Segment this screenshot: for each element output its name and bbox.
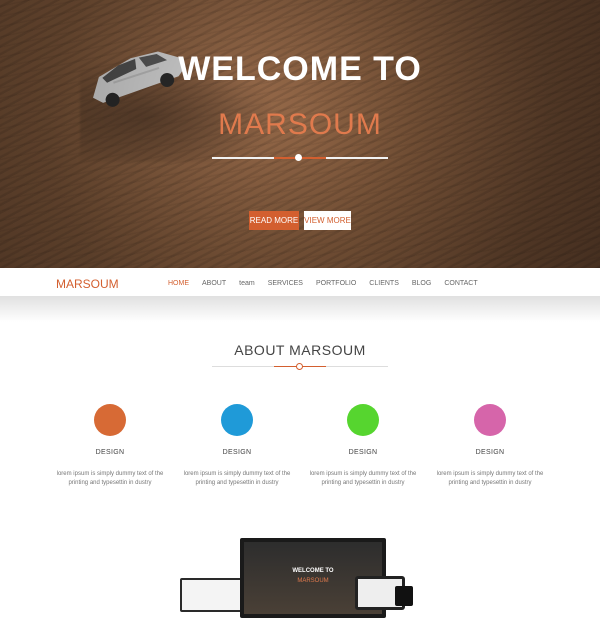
read-more-button[interactable]: READ MORE <box>249 211 299 230</box>
about-title: ABOUT MARSOUM <box>234 342 366 358</box>
nav-item-contact[interactable]: CONTACT <box>444 280 477 287</box>
about-divider <box>212 363 388 370</box>
nav-item-blog[interactable]: BLOG <box>412 280 431 287</box>
laptop-preview <box>180 578 248 612</box>
feature-circle-icon <box>94 404 126 436</box>
feature-label: DESIGN <box>95 449 125 456</box>
feature-circle-icon <box>474 404 506 436</box>
phone-preview <box>395 586 413 606</box>
nav-item-team[interactable]: team <box>239 280 255 287</box>
hero-divider-dot <box>295 154 302 161</box>
nav-menu: HOME ABOUT team SERVICES PORTFOLIO CLIEN… <box>168 280 491 287</box>
feature-text: lorem ipsum is simply dummy text of the … <box>56 471 164 486</box>
feature-text: lorem ipsum is simply dummy text of the … <box>183 471 291 486</box>
feature-circle-icon <box>347 404 379 436</box>
main-navbar: MARSOUM HOME ABOUT team SERVICES PORTFOL… <box>0 268 600 296</box>
about-divider-dot <box>296 363 303 370</box>
view-more-button[interactable]: VIEW MORE <box>304 211 351 230</box>
nav-item-services[interactable]: SERVICES <box>268 280 303 287</box>
feature-label: DESIGN <box>475 449 505 456</box>
feature-label: DESIGN <box>222 449 252 456</box>
nav-item-about[interactable]: ABOUT <box>202 280 226 287</box>
feature-text: lorem ipsum is simply dummy text of the … <box>309 471 417 486</box>
nav-item-portfolio[interactable]: PORTFOLIO <box>316 280 356 287</box>
nav-item-home[interactable]: HOME <box>168 280 189 287</box>
nav-item-clients[interactable]: CLIENTS <box>369 280 399 287</box>
feature-card: DESIGN lorem ipsum is simply dummy text … <box>182 404 292 488</box>
feature-card: DESIGN lorem ipsum is simply dummy text … <box>55 404 165 488</box>
feature-card: DESIGN lorem ipsum is simply dummy text … <box>435 404 545 488</box>
hero-divider <box>212 154 388 161</box>
monitor-title-line-1: WELCOME TO <box>292 568 334 574</box>
feature-card: DESIGN lorem ipsum is simply dummy text … <box>308 404 418 488</box>
hero-title-line-1: WELCOME TO <box>178 50 422 88</box>
brand-logo[interactable]: MARSOUM <box>56 277 119 291</box>
hero-section: WELCOME TO MARSOUM READ MORE VIEW MORE <box>0 0 600 268</box>
feature-label: DESIGN <box>348 449 378 456</box>
feature-text: lorem ipsum is simply dummy text of the … <box>436 471 544 486</box>
navbar-shadow <box>0 296 600 322</box>
feature-circle-icon <box>221 404 253 436</box>
hero-title-line-2: MARSOUM <box>218 108 382 141</box>
